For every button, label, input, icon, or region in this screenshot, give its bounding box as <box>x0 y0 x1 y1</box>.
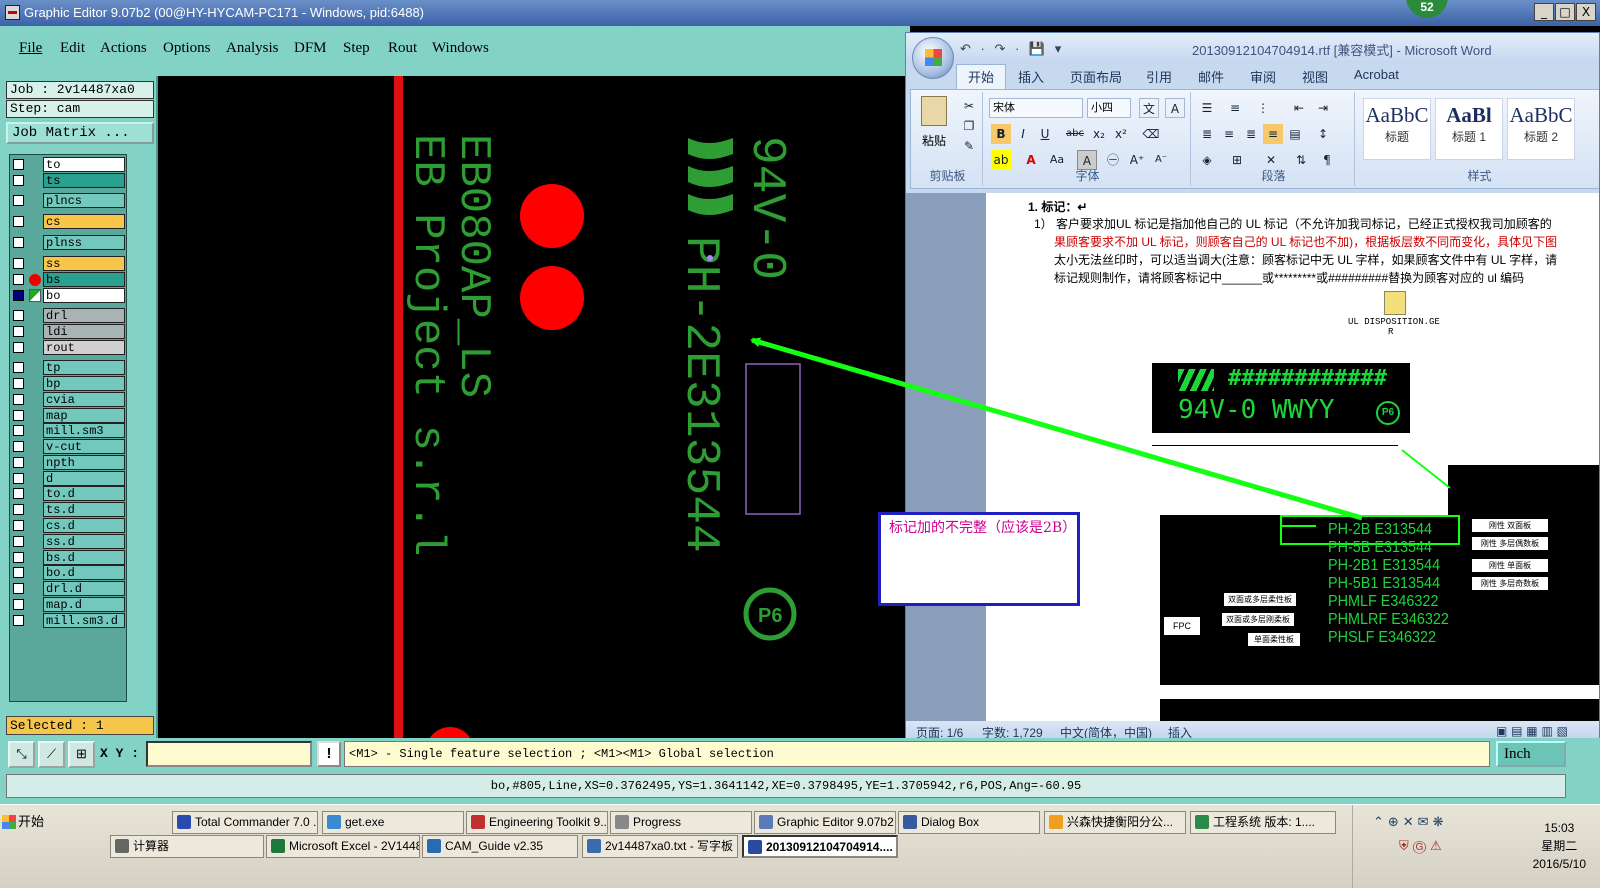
start-label: 开始 <box>18 814 45 829</box>
taskbar-item[interactable]: get.exe <box>322 811 464 834</box>
feature-info: bo,#805,Line,XS=0.3762495,YS=1.3641142,X… <box>6 774 1566 798</box>
app-icon <box>903 815 917 829</box>
grid-tool-icon[interactable]: ⊞ <box>68 741 95 768</box>
taskbar-item[interactable]: Total Commander 7.0 ... <box>172 811 318 834</box>
clock[interactable]: 15:03 星期二 2016/5/10 <box>1533 819 1586 873</box>
zoom-tool-icon[interactable]: ⤡ <box>8 741 35 768</box>
taskbar-item[interactable]: 计算器 <box>110 835 264 858</box>
taskbar-item-label: 计算器 <box>133 839 170 853</box>
taskbar-item[interactable]: CAM_Guide v2.35 <box>422 835 578 858</box>
taskbar-item[interactable]: Microsoft Excel - 2V1448... <box>266 835 420 858</box>
clock-weekday: 星期二 <box>1541 839 1578 853</box>
taskbar-item[interactable]: 20130912104704914.... <box>742 835 898 858</box>
taskbar: 开始 Total Commander 7.0 ... get.exe Enginee… <box>0 804 1600 888</box>
clock-time: 15:03 <box>1544 821 1575 835</box>
taskbar-item[interactable]: Dialog Box <box>898 811 1040 834</box>
taskbar-item[interactable]: 2v14487xa0.txt - 写字板 <box>582 835 738 858</box>
taskbar-item-label: Engineering Toolkit 9.... <box>489 815 608 829</box>
xy-label: X Y : <box>100 746 140 761</box>
app-icon <box>327 815 341 829</box>
app-icon <box>748 840 762 854</box>
units-button[interactable]: Inch <box>1496 741 1566 767</box>
taskbar-item-label: 工程系统 版本: 1.... <box>1213 815 1316 829</box>
taskbar-item-label: CAM_Guide v2.35 <box>445 839 544 853</box>
windows-logo-icon <box>2 815 16 829</box>
app-icon <box>1195 815 1209 829</box>
taskbar-item-label: Microsoft Excel - 2V1448... <box>289 839 420 853</box>
xy-input[interactable] <box>146 741 312 767</box>
system-tray: ⌃⊕✕✉❋ ⛨Ⓖ⚠ 15:03 星期二 2016/5/10 <box>1352 805 1600 888</box>
measure-tool-icon[interactable]: ⟋ <box>38 741 65 768</box>
taskbar-item-label: 兴森快捷衡阳分公... <box>1067 815 1174 829</box>
app-icon <box>1049 815 1063 829</box>
app-icon <box>115 839 129 853</box>
app-icon <box>759 815 773 829</box>
taskbar-item-label: get.exe <box>345 815 385 829</box>
arrow-to-separator <box>1401 449 1451 489</box>
taskbar-item-label: 20130912104704914.... <box>766 840 893 854</box>
taskbar-item-label: Dialog Box <box>921 815 980 829</box>
app-icon <box>615 815 629 829</box>
clock-date: 2016/5/10 <box>1532 857 1586 871</box>
tray-icons[interactable]: ⌃⊕✕✉❋ <box>1373 815 1447 830</box>
taskbar-item-label: 2v14487xa0.txt - 写字板 <box>605 839 734 853</box>
alert-button[interactable]: ! <box>317 741 341 767</box>
arrow-to-canvas <box>750 337 1363 521</box>
app-icon <box>587 839 601 853</box>
taskbar-item-label: Total Commander 7.0 ... <box>195 815 318 829</box>
taskbar-item[interactable]: 兴森快捷衡阳分公... <box>1044 811 1186 834</box>
tray-icons-2[interactable]: ⛨Ⓖ⚠ <box>1399 839 1446 854</box>
taskbar-item[interactable]: Graphic Editor 9.07b2 ... <box>754 811 896 834</box>
taskbar-item[interactable]: Engineering Toolkit 9.... <box>466 811 608 834</box>
feature-status-bar: bo,#805,Line,XS=0.3762495,YS=1.3641142,X… <box>0 770 1600 804</box>
app-icon <box>471 815 485 829</box>
app-icon <box>427 839 441 853</box>
taskbar-item[interactable]: Progress <box>610 811 752 834</box>
app-icon <box>271 839 285 853</box>
taskbar-item[interactable]: 工程系统 版本: 1.... <box>1190 811 1336 834</box>
app-icon <box>177 815 191 829</box>
mouse-hint: <M1> - Single feature selection ; <M1><M… <box>344 741 1490 767</box>
taskbar-item-label: Graphic Editor 9.07b2 ... <box>777 815 896 829</box>
taskbar-item-label: Progress <box>633 815 682 829</box>
command-bar: ⤡ ⟋ ⊞ X Y : ! <M1> - Single feature sele… <box>0 738 1600 770</box>
start-button[interactable]: 开始 <box>2 811 44 830</box>
